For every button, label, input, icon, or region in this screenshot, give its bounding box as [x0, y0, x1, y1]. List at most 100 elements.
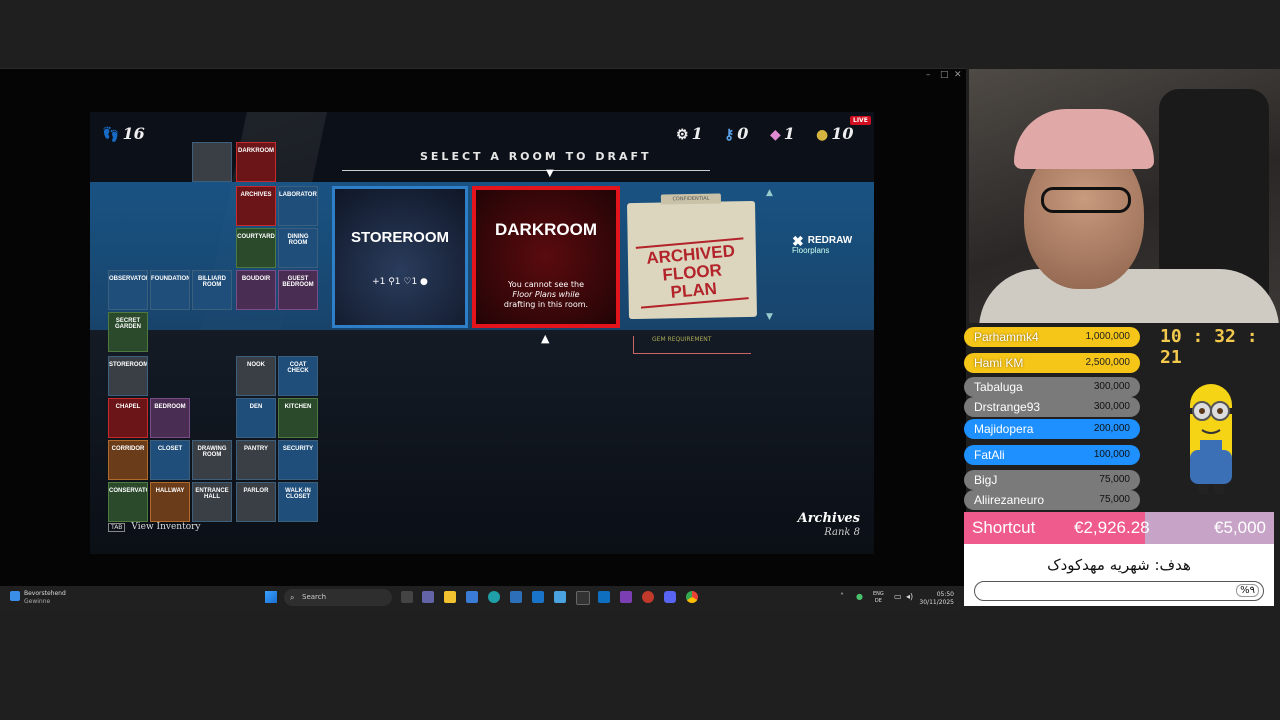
stat-gems: ◆ 1	[770, 124, 795, 143]
donor-row: Parhammk4 1,000,000	[964, 327, 1140, 347]
footsteps-icon: 👣	[102, 127, 120, 143]
key-icon: ⚷	[724, 127, 735, 143]
goal-target: €5,000	[1214, 518, 1266, 537]
map-tile[interactable]: NOOK	[236, 356, 276, 396]
streamer-shirt	[979, 269, 1279, 323]
goal-current: €2,926.28	[1074, 518, 1150, 537]
room-card-archived-floor-plan[interactable]: CONFIDENTIAL ARCHIVED FLOOR PLAN	[626, 193, 758, 320]
darkroom-desc-3: drafting in this room.	[503, 300, 589, 309]
darkroom-desc-1: You cannot see the	[507, 280, 585, 289]
map-tile[interactable]: DRAWING ROOM	[192, 440, 232, 480]
map-tile[interactable]: SECRET GARDEN	[108, 312, 148, 352]
map-tile[interactable]: BILLIARD ROOM	[192, 270, 232, 310]
map-tile[interactable]: ENTRANCE HALL	[192, 482, 232, 522]
language-indicator[interactable]: ENG DE	[873, 591, 884, 605]
edge-icon[interactable]	[488, 591, 500, 603]
volume-icon[interactable]: ◂)	[906, 592, 913, 601]
map-tile[interactable]: DARKROOM	[236, 142, 276, 182]
map-tile[interactable]: CORRIDOR	[108, 440, 148, 480]
rider-icon[interactable]	[620, 591, 632, 603]
teams-icon[interactable]	[422, 591, 434, 603]
room-card-darkroom[interactable]: DARKROOM You cannot see the Floor Plans …	[472, 186, 620, 328]
close-button[interactable]: ✕	[954, 70, 962, 80]
app-icon[interactable]	[510, 591, 522, 603]
map-tile[interactable]: GUEST BEDROOM	[278, 270, 318, 310]
streamer-cap	[1014, 109, 1154, 169]
app-icon[interactable]	[554, 591, 566, 603]
map-tile[interactable]: OBSERVATORY	[108, 270, 148, 310]
map-tile[interactable]: ARCHIVES	[236, 186, 276, 226]
redraw-icon: ✖	[792, 233, 804, 249]
taskbar	[0, 586, 966, 610]
storeroom-items: +1 ⚲1 ♡1 ●	[372, 277, 428, 287]
storeroom-title: STOREROOM	[350, 229, 450, 246]
donor-row: Tabaluga 300,000	[964, 377, 1140, 397]
minion-mascot	[1190, 384, 1232, 494]
steps-counter: 👣 16	[102, 124, 145, 143]
file-explorer-icon[interactable]	[444, 591, 456, 603]
map-tile[interactable]: COAT CHECK	[278, 356, 318, 396]
vscode-icon[interactable]	[598, 591, 610, 603]
map-tile[interactable]: COURTYARD	[236, 228, 276, 268]
map-tile[interactable]: WALK-IN CLOSET	[278, 482, 318, 522]
discord-icon[interactable]	[664, 591, 676, 603]
scroll-down-icon[interactable]: ▼	[766, 312, 773, 322]
mic-icon[interactable]: ●	[856, 592, 863, 601]
goal-box: هدف: شهریه مهدکودک %۹	[964, 544, 1274, 606]
webcam-feed	[969, 69, 1280, 323]
map-tile[interactable]: CLOSET	[150, 440, 190, 480]
map-tile[interactable]: DINING ROOM	[278, 228, 318, 268]
scroll-up-icon[interactable]: ▲	[766, 188, 773, 198]
confidential-tab: CONFIDENTIAL	[660, 193, 722, 205]
donor-row: Aliirezaneuro 75,000	[964, 490, 1140, 510]
tab-key-hint: TAB	[108, 523, 126, 532]
map-tile[interactable]: BEDROOM	[150, 398, 190, 438]
map-tile[interactable]: KITCHEN	[278, 398, 318, 438]
map-tile[interactable]: CHAPEL	[108, 398, 148, 438]
start-icon[interactable]	[265, 591, 277, 603]
app-icon[interactable]	[642, 591, 654, 603]
search-input[interactable]: ⌕ Search	[284, 589, 392, 606]
redraw-sub: Floorplans	[792, 246, 830, 255]
search-icon: ⌕	[290, 593, 295, 602]
terminal-icon[interactable]	[576, 591, 590, 605]
outlook-icon[interactable]	[532, 591, 544, 603]
redraw-label: REDRAW	[807, 235, 853, 246]
map-tile[interactable]: STOREROOM	[108, 356, 148, 396]
redraw-button[interactable]: ✖ REDRAW Floorplans	[792, 233, 853, 256]
map-tile[interactable]: BOUDOIR	[236, 270, 276, 310]
map-tile[interactable]: PARLOR	[236, 482, 276, 522]
donor-row: Majidopera 200,000	[964, 419, 1140, 439]
map-tile[interactable]: LABORATORY	[278, 186, 318, 226]
donor-row: Hami KM 2,500,000	[964, 353, 1140, 373]
map-tile[interactable]: CONSERVATORY	[108, 482, 148, 522]
maximize-button[interactable]: □	[940, 70, 949, 80]
stat-keys: ⚷ 0	[724, 124, 749, 143]
draft-arrow-line	[342, 170, 710, 171]
room-card-storeroom[interactable]: STOREROOM +1 ⚲1 ♡1 ●	[332, 186, 468, 328]
weather-widget[interactable]: Bevorstehend Gewinne	[24, 590, 66, 606]
minimize-button[interactable]: –	[926, 70, 931, 80]
steps-value: 16	[122, 124, 145, 143]
goal-label: Shortcut	[972, 518, 1036, 537]
view-inventory-button[interactable]: TAB View Inventory	[108, 522, 201, 532]
task-view-icon[interactable]	[401, 591, 413, 603]
network-icon[interactable]: ▭	[894, 592, 902, 601]
store-icon[interactable]	[466, 591, 478, 603]
weather-icon[interactable]	[10, 591, 20, 601]
stat-coins: ● 10	[816, 124, 854, 143]
map-tile[interactable]: SECURITY	[278, 440, 318, 480]
donation-goal-bar: Shortcut €2,926.28 €5,000	[964, 512, 1274, 544]
map-tile[interactable]: FOUNDATION	[150, 270, 190, 310]
stat-gear: ⚙ 1	[676, 124, 703, 143]
chevron-up-icon[interactable]: ˄	[840, 592, 844, 601]
chrome-icon[interactable]	[686, 591, 698, 603]
map-tile[interactable]	[192, 142, 232, 182]
streamer-glasses	[1041, 187, 1131, 213]
map-tile[interactable]: PANTRY	[236, 440, 276, 480]
map-tile[interactable]: DEN	[236, 398, 276, 438]
clock[interactable]: 05:50 30/11/2025	[916, 591, 954, 607]
map-tile[interactable]: HALLWAY	[150, 482, 190, 522]
goal-progress-bar: %۹	[974, 581, 1264, 601]
selector-top-icon: ▼	[546, 168, 554, 179]
